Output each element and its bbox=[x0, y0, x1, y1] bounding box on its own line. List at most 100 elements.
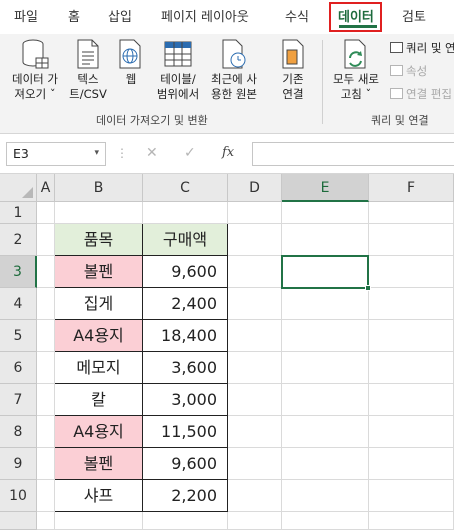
grid-cell[interactable] bbox=[369, 416, 454, 448]
table-cell-amount[interactable]: 3,600 bbox=[143, 352, 228, 384]
table-cell-amount[interactable]: 9,600 bbox=[143, 448, 228, 480]
grid-cell[interactable] bbox=[37, 256, 55, 288]
grid-cell[interactable] bbox=[282, 512, 369, 530]
grid-cell[interactable] bbox=[55, 512, 143, 530]
grid-cell[interactable] bbox=[55, 202, 143, 224]
grid-cell[interactable] bbox=[369, 224, 454, 256]
table-cell-amount[interactable]: 2,400 bbox=[143, 288, 228, 320]
grid-cell[interactable] bbox=[37, 224, 55, 256]
select-all-corner[interactable] bbox=[0, 174, 37, 202]
row-header-2[interactable]: 2 bbox=[0, 224, 37, 256]
worksheet-grid[interactable]: A B C D E F 1 2 3 4 5 6 7 8 9 10 품목 구매액 볼펜… bbox=[0, 174, 454, 530]
insert-function-icon[interactable]: fx bbox=[222, 145, 234, 160]
table-cell-item[interactable]: 볼펜 bbox=[55, 256, 143, 288]
refresh-all-button[interactable]: 모두 새로 고침 ˇ bbox=[328, 38, 384, 102]
grid-cell[interactable] bbox=[282, 384, 369, 416]
grid-cell[interactable] bbox=[228, 448, 282, 480]
edit-links-button[interactable]: 연결 편집 bbox=[390, 86, 452, 102]
grid-cell[interactable] bbox=[282, 416, 369, 448]
tab-formulas[interactable]: 수식 bbox=[285, 6, 309, 25]
enter-icon[interactable]: ✓ bbox=[184, 145, 196, 161]
text-csv-button[interactable]: 텍스 트/CSV bbox=[66, 38, 110, 102]
row-header-3[interactable]: 3 bbox=[0, 256, 37, 288]
existing-connections-button[interactable]: 기존 연결 bbox=[274, 38, 312, 102]
row-header-5[interactable]: 5 bbox=[0, 320, 37, 352]
table-cell-item[interactable]: A4용지 bbox=[55, 416, 143, 448]
grid-cell[interactable] bbox=[369, 320, 454, 352]
table-cell-amount[interactable]: 3,000 bbox=[143, 384, 228, 416]
grid-cell[interactable] bbox=[37, 202, 55, 224]
grid-cell[interactable] bbox=[228, 256, 282, 288]
chevron-down-icon[interactable]: ▾ bbox=[94, 148, 99, 158]
table-cell-amount[interactable]: 2,200 bbox=[143, 480, 228, 512]
grid-cell[interactable] bbox=[37, 288, 55, 320]
web-button[interactable]: 웹 bbox=[114, 38, 148, 87]
grid-cell[interactable] bbox=[369, 288, 454, 320]
column-header-a[interactable]: A bbox=[37, 174, 55, 202]
properties-button[interactable]: 속성 bbox=[390, 63, 427, 79]
table-cell-item[interactable]: 집게 bbox=[55, 288, 143, 320]
grid-cell[interactable] bbox=[228, 352, 282, 384]
tab-file[interactable]: 파일 bbox=[14, 6, 38, 25]
grid-cell[interactable] bbox=[282, 480, 369, 512]
row-header-1[interactable]: 1 bbox=[0, 202, 37, 224]
from-table-range-button[interactable]: 테이블/ 범위에서 bbox=[152, 38, 204, 102]
grid-cell[interactable] bbox=[369, 352, 454, 384]
grid-cell[interactable] bbox=[37, 416, 55, 448]
grid-cell[interactable] bbox=[37, 320, 55, 352]
table-cell-amount[interactable]: 11,500 bbox=[143, 416, 228, 448]
grid-cell[interactable] bbox=[228, 512, 282, 530]
row-header-8[interactable]: 8 bbox=[0, 416, 37, 448]
grid-cell[interactable] bbox=[282, 352, 369, 384]
fill-handle[interactable] bbox=[365, 285, 371, 291]
grid-cell[interactable] bbox=[282, 320, 369, 352]
grid-cell[interactable] bbox=[37, 480, 55, 512]
row-header-4[interactable]: 4 bbox=[0, 288, 37, 320]
row-header-9[interactable]: 9 bbox=[0, 448, 37, 480]
column-header-e[interactable]: E bbox=[282, 174, 369, 202]
grid-cell[interactable] bbox=[143, 202, 228, 224]
grid-cell[interactable] bbox=[282, 288, 369, 320]
get-data-button[interactable]: 데이터 가 져오기 ˇ bbox=[6, 38, 64, 102]
row-header-10[interactable]: 10 bbox=[0, 480, 37, 512]
table-cell-item[interactable]: 메모지 bbox=[55, 352, 143, 384]
grid-cell[interactable] bbox=[228, 224, 282, 256]
grid-cell[interactable] bbox=[228, 288, 282, 320]
grid-cell[interactable] bbox=[37, 512, 55, 530]
table-header-item[interactable]: 품목 bbox=[55, 224, 143, 256]
formula-input[interactable] bbox=[252, 142, 454, 166]
tab-home[interactable]: 홈 bbox=[68, 6, 80, 25]
grid-cell[interactable] bbox=[37, 352, 55, 384]
grid-cell[interactable] bbox=[228, 480, 282, 512]
grid-cell[interactable] bbox=[282, 202, 369, 224]
queries-connections-button[interactable]: 쿼리 및 연 bbox=[390, 40, 454, 56]
grid-cell[interactable] bbox=[369, 256, 454, 288]
grid-cell[interactable] bbox=[282, 448, 369, 480]
tab-insert[interactable]: 삽입 bbox=[108, 6, 132, 25]
grid-cell[interactable] bbox=[369, 480, 454, 512]
name-box[interactable]: E3 ▾ bbox=[6, 142, 106, 166]
grid-cell[interactable] bbox=[228, 416, 282, 448]
grid-cell[interactable] bbox=[37, 448, 55, 480]
column-header-f[interactable]: F bbox=[369, 174, 454, 202]
tab-review[interactable]: 검토 bbox=[402, 6, 426, 25]
tab-page-layout[interactable]: 페이지 레이아웃 bbox=[161, 6, 249, 25]
grid-cell[interactable] bbox=[143, 512, 228, 530]
grid-cell[interactable] bbox=[369, 384, 454, 416]
grid-cell[interactable] bbox=[228, 320, 282, 352]
table-cell-amount[interactable]: 9,600 bbox=[143, 256, 228, 288]
table-cell-item[interactable]: A4용지 bbox=[55, 320, 143, 352]
grid-cell[interactable] bbox=[282, 224, 369, 256]
table-cell-amount[interactable]: 18,400 bbox=[143, 320, 228, 352]
grid-cell[interactable] bbox=[369, 448, 454, 480]
grid-cell[interactable] bbox=[369, 512, 454, 530]
grid-cell[interactable] bbox=[228, 384, 282, 416]
table-cell-item[interactable]: 샤프 bbox=[55, 480, 143, 512]
table-cell-item[interactable]: 칼 bbox=[55, 384, 143, 416]
cancel-icon[interactable]: ✕ bbox=[146, 145, 158, 161]
column-header-d[interactable]: D bbox=[228, 174, 282, 202]
grid-cell[interactable] bbox=[37, 384, 55, 416]
table-cell-item[interactable]: 볼펜 bbox=[55, 448, 143, 480]
column-header-c[interactable]: C bbox=[143, 174, 228, 202]
table-header-amount[interactable]: 구매액 bbox=[143, 224, 228, 256]
